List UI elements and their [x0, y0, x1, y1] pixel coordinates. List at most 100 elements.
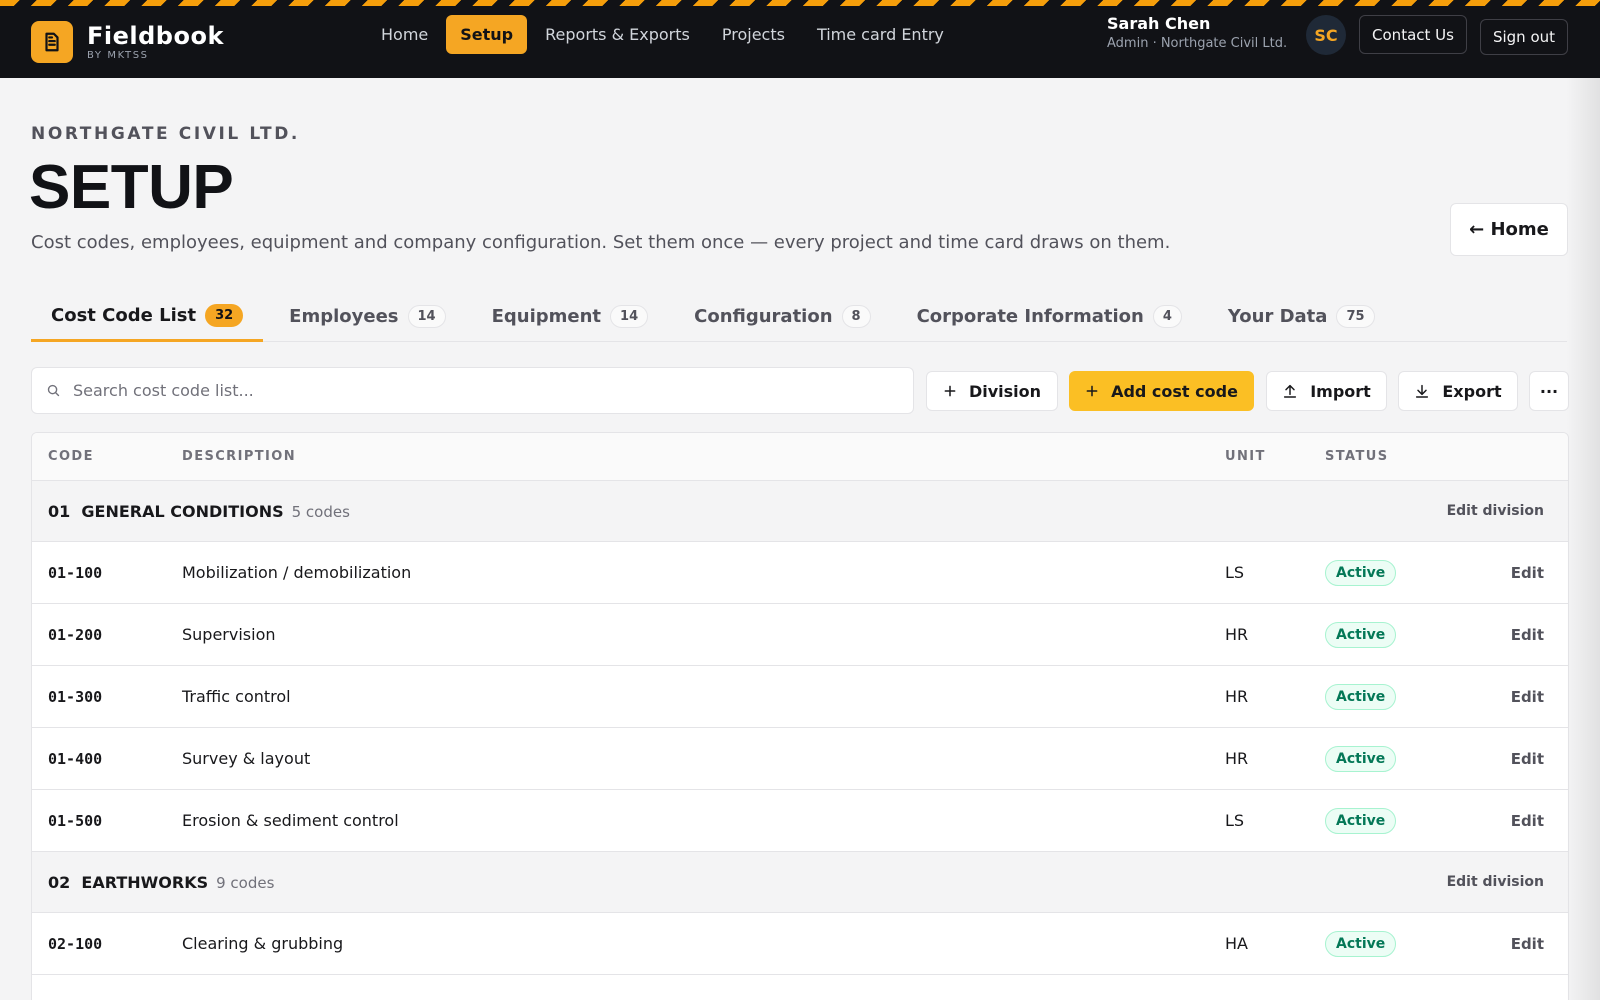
tab-label: Equipment: [491, 306, 602, 327]
division-title: 01 GENERAL CONDITIONS: [48, 501, 284, 521]
tab-count-badge: 14: [610, 305, 649, 328]
edit-link[interactable]: Edit: [1511, 626, 1544, 644]
header-description: DESCRIPTION: [182, 449, 296, 464]
search-input[interactable]: [73, 381, 873, 400]
add-cost-code-button[interactable]: Add cost code: [1069, 371, 1254, 411]
status-badge: Active: [1325, 807, 1397, 834]
status-badge: Active: [1325, 559, 1397, 586]
status-badge: Active: [1325, 683, 1397, 710]
cost-unit: HA: [1225, 934, 1248, 953]
edit-division-link[interactable]: Edit division: [1447, 503, 1544, 519]
user-info: Sarah Chen Admin · Northgate Civil Ltd.: [1107, 14, 1287, 51]
add-cost-code-label: Add cost code: [1111, 381, 1238, 401]
import-button[interactable]: Import: [1266, 371, 1387, 411]
edit-division-link[interactable]: Edit division: [1447, 874, 1544, 890]
cost-description: Supervision: [182, 625, 276, 644]
cost-unit: HR: [1225, 749, 1249, 768]
table-row: 01-300 Traffic control HR Active Edit: [32, 666, 1568, 728]
brand[interactable]: Fieldbook BY MKTSS: [87, 23, 224, 61]
table-row: 02-100 Clearing & grubbing HA Active Edi…: [32, 913, 1568, 975]
cost-code: 01-300: [48, 687, 103, 706]
cost-code: 01-500: [48, 811, 103, 830]
division-count: 5 codes: [291, 502, 350, 521]
cost-description: Clearing & grubbing: [182, 934, 344, 953]
sign-out-button[interactable]: Sign out: [1480, 19, 1568, 55]
cost-unit: HR: [1225, 687, 1249, 706]
download-icon: [1416, 384, 1429, 398]
status-badge: Active: [1325, 621, 1397, 648]
search-box[interactable]: [31, 367, 914, 414]
division-title: 02 EARTHWORKS: [48, 872, 209, 892]
division-button-label: Division: [968, 381, 1042, 401]
tab-count-badge: 14: [407, 305, 446, 328]
table-row-partial: [32, 975, 1568, 1000]
company-name: NORTHGATE CIVIL LTD.: [31, 124, 300, 144]
tab-count-badge: 4: [1152, 305, 1182, 328]
status-badge: Active: [1325, 745, 1397, 772]
division-row: 01 GENERAL CONDITIONS 5 codes Edit divisi…: [32, 481, 1568, 542]
nav-projects[interactable]: Projects: [708, 15, 799, 54]
cost-code: 02-100: [48, 934, 103, 953]
contact-us-button[interactable]: Contact Us: [1359, 15, 1467, 54]
home-button[interactable]: ← Home: [1450, 203, 1568, 256]
table-row: 01-400 Survey & layout HR Active Edit: [32, 728, 1568, 790]
nav-setup[interactable]: Setup: [446, 15, 528, 54]
upload-icon: [1284, 384, 1297, 398]
header-status: STATUS: [1325, 449, 1389, 464]
tab-count-badge: 75: [1336, 305, 1375, 328]
import-label: Import: [1310, 381, 1371, 401]
edit-link[interactable]: Edit: [1511, 750, 1544, 768]
division-name: 02 EARTHWORKS 9 codes: [48, 873, 274, 892]
user-role: Admin · Northgate Civil Ltd.: [1107, 36, 1288, 51]
cost-unit: LS: [1225, 563, 1245, 582]
nav-time-card-entry[interactable]: Time card Entry: [803, 15, 958, 54]
plus-icon: [1086, 385, 1098, 397]
table-row: 01-100 Mobilization / demobilization LS …: [32, 542, 1568, 604]
nav-home[interactable]: Home: [367, 15, 442, 54]
tab-employees[interactable]: Employees 14: [269, 292, 465, 341]
tab-equipment[interactable]: Equipment 14: [472, 292, 669, 341]
header-unit: UNIT: [1225, 449, 1266, 464]
tab-cost-code-list[interactable]: Cost Code List 32: [31, 292, 264, 342]
division-name: 01 GENERAL CONDITIONS 5 codes: [48, 502, 350, 521]
brand-name: Fieldbook: [87, 22, 224, 50]
cost-description: Survey & layout: [182, 749, 311, 768]
setup-tabs: Cost Code List 32 Employees 14 Equipment…: [31, 292, 1567, 342]
export-label: Export: [1442, 381, 1502, 401]
tab-label: Your Data: [1227, 306, 1328, 327]
nav-reports-exports[interactable]: Reports & Exports: [531, 15, 704, 54]
tab-corporate-information[interactable]: Corporate Information 4: [897, 292, 1202, 341]
tab-label: Corporate Information: [916, 306, 1144, 327]
tab-label: Cost Code List: [51, 305, 197, 326]
brand-sub: BY MKTSS: [87, 50, 149, 61]
cost-code-table: CODE DESCRIPTION UNIT STATUS 01 GENERAL …: [31, 432, 1569, 1000]
table-row: 01-500 Erosion & sediment control LS Act…: [32, 790, 1568, 852]
edit-link[interactable]: Edit: [1511, 564, 1544, 582]
edit-link[interactable]: Edit: [1511, 688, 1544, 706]
tab-configuration[interactable]: Configuration 8: [674, 292, 890, 341]
page-title: SETUP: [29, 153, 234, 222]
table-header: CODE DESCRIPTION UNIT STATUS: [32, 433, 1568, 481]
division-row: 02 EARTHWORKS 9 codes Edit division: [32, 852, 1568, 913]
tab-count-badge: 32: [205, 304, 244, 327]
user-name: Sarah Chen: [1107, 14, 1211, 33]
add-division-button[interactable]: Division: [926, 371, 1058, 411]
search-icon: [47, 384, 60, 397]
tab-your-data[interactable]: Your Data 75: [1208, 292, 1395, 341]
top-bar: Fieldbook BY MKTSS Home Setup Reports & …: [0, 0, 1600, 78]
more-options-button[interactable]: ···: [1529, 371, 1569, 411]
document-icon[interactable]: [31, 21, 73, 63]
status-badge: Active: [1325, 930, 1397, 957]
table-row: 01-200 Supervision HR Active Edit: [32, 604, 1568, 666]
tab-label: Employees: [289, 306, 399, 327]
avatar[interactable]: SC: [1306, 15, 1346, 55]
edit-link[interactable]: Edit: [1511, 935, 1544, 953]
division-count: 9 codes: [216, 873, 275, 892]
tab-count-badge: 8: [841, 305, 871, 328]
cost-code: 01-200: [48, 625, 103, 644]
export-button[interactable]: Export: [1398, 371, 1518, 411]
edit-link[interactable]: Edit: [1511, 812, 1544, 830]
tab-label: Configuration: [694, 306, 833, 327]
cost-description: Traffic control: [182, 687, 291, 706]
header-code: CODE: [48, 449, 94, 464]
